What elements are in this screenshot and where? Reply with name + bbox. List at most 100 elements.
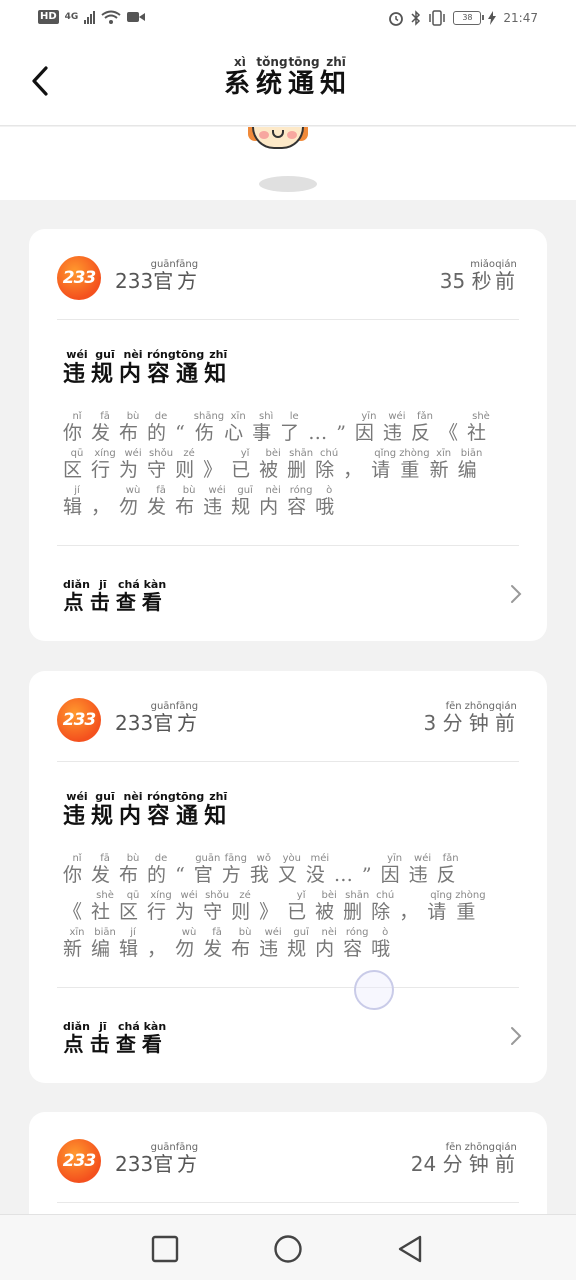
ruby-char: 社shè	[91, 890, 120, 923]
header: 系xì统tǒng通tōng知zhī	[0, 40, 576, 126]
card-header: 233 233官guān方fāng 24 分fēn钟zhōng前qián	[29, 1112, 547, 1202]
ruby-char: 》	[259, 901, 288, 923]
ruby-char: 《	[438, 422, 467, 444]
hd-icon: HD	[38, 10, 59, 24]
ruby-char: 通tōng	[288, 55, 321, 99]
divider	[57, 545, 519, 546]
ruby-char: 勿wù	[119, 485, 148, 518]
ruby-char: 删shān	[287, 448, 316, 481]
ruby-char: ，	[399, 901, 428, 923]
ruby-char: 被bèi	[315, 890, 344, 923]
ruby-char: 容róng	[287, 485, 316, 518]
ruby-char: 官guān	[150, 259, 176, 293]
ruby-char: 前qián	[494, 259, 517, 293]
vibrate-icon	[429, 10, 446, 26]
ruby-char: 通tōng	[175, 790, 205, 829]
notification-time: 35 秒miǎo前qián	[439, 259, 517, 293]
ruby-char: 官guān	[150, 1142, 176, 1176]
banner	[0, 127, 576, 200]
app-logo: 233	[57, 256, 101, 300]
ruby-char: 没méi	[305, 853, 334, 886]
ruby-char: 看kàn	[141, 1020, 168, 1056]
mascot-image	[252, 127, 304, 149]
view-details-row[interactable]: 点diǎn击jī查chá看kàn	[29, 999, 547, 1079]
ruby-char: 钟zhōng	[464, 701, 495, 735]
ruby-char: 为wéi	[119, 448, 148, 481]
ruby-char: 布bù	[119, 411, 148, 444]
ruby-char: 知zhī	[204, 790, 233, 829]
ruby-char: 容róng	[343, 927, 372, 960]
ruby-char: 请qǐng	[371, 448, 400, 481]
ruby-char: 重zhòng	[399, 448, 430, 481]
app-logo: 233	[57, 1139, 101, 1183]
ruby-char: 勿wù	[175, 927, 204, 960]
ruby-char: 统tǒng	[255, 55, 288, 99]
ruby-char: 哦ò	[371, 927, 400, 960]
ruby-char: 伤shāng	[193, 411, 225, 444]
divider	[57, 1202, 519, 1203]
ruby-char: 已yǐ	[287, 890, 316, 923]
ruby-char: 方fāng	[175, 701, 199, 735]
back-nav-icon[interactable]	[394, 1233, 426, 1265]
ruby-char: 事shì	[252, 411, 281, 444]
ruby-char: 通tōng	[175, 348, 205, 387]
view-details-row[interactable]: 点diǎn击jī查chá看kàn	[29, 557, 547, 637]
chevron-right-icon	[511, 1027, 522, 1045]
ruby-char: 分fēn	[442, 701, 465, 735]
ruby-char: 已yǐ	[231, 448, 260, 481]
notification-title: 违wéi规guī内nèi容róng通tōng知zhī	[63, 348, 232, 388]
view-details-label: 点diǎn击jī查chá看kàn	[63, 578, 168, 615]
sender-name: 233官guān方fāng	[115, 701, 199, 735]
ruby-char: 方fāng	[175, 1142, 199, 1176]
ruby-char: 击jī	[89, 1020, 116, 1056]
ruby-char: 编biān	[91, 927, 120, 960]
ruby-char: 守shǒu	[203, 890, 232, 923]
ruby-char: 查chá	[115, 1020, 142, 1056]
ruby-char: ”	[336, 422, 355, 444]
ruby-char: 违wéi	[408, 853, 437, 886]
notification-time: 3 分fēn钟zhōng前qián	[423, 701, 517, 735]
recent-apps-icon[interactable]	[149, 1233, 181, 1265]
wifi-icon	[101, 10, 121, 24]
ruby-char: 辑jí	[63, 485, 92, 518]
ruby-char: 官guān	[193, 853, 222, 886]
notification-title: 违wéi规guī内nèi容róng通tōng知zhī	[63, 790, 233, 830]
ruby-char: 行xíng	[91, 448, 120, 481]
card-header: 233 233官guān方fāng 35 秒miǎo前qián	[29, 229, 547, 319]
app-logo: 233	[57, 698, 101, 742]
divider	[57, 319, 519, 320]
ruby-char: ，	[343, 459, 372, 481]
ruby-char: 行xíng	[147, 890, 176, 923]
ruby-char: 规guī	[91, 790, 120, 829]
ruby-char: 方fāng	[221, 853, 250, 886]
ruby-char: 违wéi	[63, 790, 92, 829]
ruby-char: 前qián	[494, 701, 517, 735]
ruby-char: 发fā	[91, 411, 120, 444]
ruby-char: ，	[91, 496, 120, 518]
ruby-char: 内nèi	[315, 927, 344, 960]
ruby-char: 击jī	[89, 578, 116, 614]
ruby-char: 违wéi	[63, 348, 92, 387]
notification-card[interactable]: 233 233官guān方fāng 3 分fēn钟zhōng前qián 违wéi…	[29, 671, 547, 1083]
ruby-char: 违wéi	[382, 411, 411, 444]
ruby-char: 规guī	[287, 927, 316, 960]
notification-card[interactable]: 233 233官guān方fāng 35 秒miǎo前qián 违wéi规guī…	[29, 229, 547, 641]
ruby-char: …	[308, 422, 337, 444]
ruby-char: 又yòu	[277, 853, 306, 886]
ruby-char: 容róng	[147, 348, 176, 387]
signal-icon	[84, 10, 96, 24]
ruby-char: 编biān	[457, 448, 486, 481]
divider	[57, 761, 519, 762]
ruby-char: 被bèi	[259, 448, 288, 481]
notification-time: 24 分fēn钟zhōng前qián	[410, 1142, 517, 1176]
home-icon[interactable]	[272, 1233, 304, 1265]
ruby-char: 布bù	[119, 853, 148, 886]
ruby-char: 知zhī	[320, 55, 353, 99]
status-bar: HD 4G 38 21:47	[0, 0, 576, 40]
ruby-char: 方fāng	[175, 259, 199, 293]
ruby-char: 了le	[280, 411, 309, 444]
ruby-char: 请qǐng	[427, 890, 456, 923]
ruby-char: 的de	[147, 411, 176, 444]
ruby-char: 新xīn	[63, 927, 92, 960]
ruby-char: 容róng	[147, 790, 176, 829]
